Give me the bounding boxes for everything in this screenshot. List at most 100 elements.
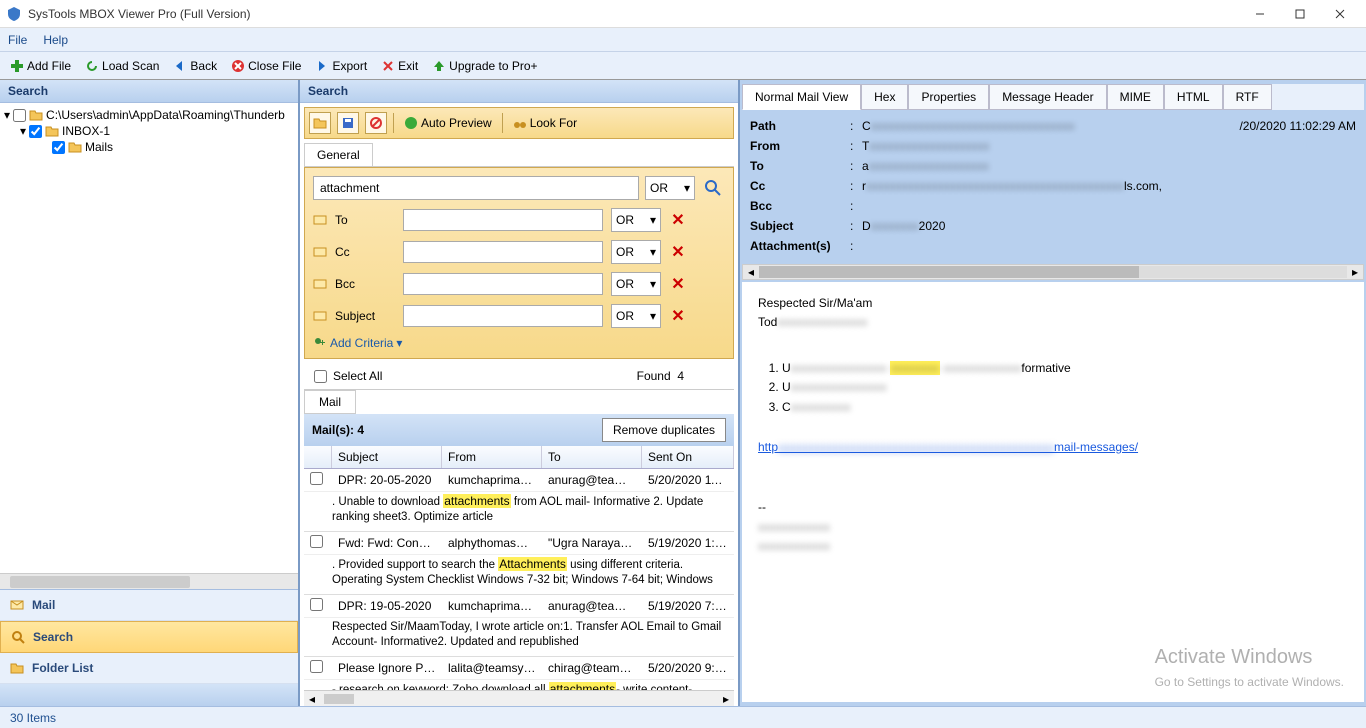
col-subject[interactable]: Subject [332, 446, 442, 468]
open-button[interactable] [309, 112, 331, 134]
scroll-thumb[interactable] [324, 694, 354, 704]
tree-inbox-checkbox[interactable] [29, 125, 42, 138]
result-row[interactable]: DPR: 19-05-2020 kumchapriman@... anurag@… [304, 595, 734, 618]
nav-mail[interactable]: Mail [0, 590, 298, 621]
view-tabs: Normal Mail View Hex Properties Message … [742, 84, 1364, 110]
mail-icon [10, 598, 24, 612]
scroll-right-icon[interactable]: ▸ [718, 692, 734, 706]
scroll-left-icon[interactable]: ◂ [743, 265, 759, 279]
upgrade-icon [432, 59, 446, 73]
look-for-button[interactable]: Look For [509, 114, 581, 132]
tree-inbox[interactable]: ▾ INBOX-1 [4, 123, 294, 139]
bcc-input[interactable] [403, 273, 603, 295]
toolbar: Add File Load Scan Back Close File Expor… [0, 52, 1366, 80]
subject-input[interactable] [403, 305, 603, 327]
greeting: Respected Sir/Ma'am [758, 294, 1348, 313]
result-snippet: . Unable to download attachments from AO… [304, 492, 734, 532]
results-hscroll[interactable]: ◂ ▸ [304, 690, 734, 706]
result-subject: DPR: 19-05-2020 [332, 596, 442, 616]
tab-normal-view[interactable]: Normal Mail View [742, 84, 861, 110]
scroll-left-icon[interactable]: ◂ [304, 692, 320, 706]
tree-hscroll[interactable] [0, 573, 298, 589]
tree-mails[interactable]: Mails [4, 139, 294, 155]
mail-headers: Path:Cxxxxxxxxxxxxxxxxxxxxxxxxxxxxxxxxxx… [742, 110, 1364, 262]
collapse-icon[interactable]: ▾ [20, 124, 26, 138]
person-plus-icon [313, 336, 327, 350]
remove-bcc-button[interactable]: ✕ [669, 274, 687, 294]
folder-tree[interactable]: ▾ C:\Users\admin\AppData\Roaming\Thunder… [0, 103, 298, 573]
mail-icon [313, 277, 327, 291]
nav-folder-list[interactable]: Folder List [0, 653, 298, 684]
tab-html[interactable]: HTML [1164, 84, 1223, 110]
maximize-button[interactable] [1280, 2, 1320, 26]
remove-duplicates-button[interactable]: Remove duplicates [602, 418, 726, 442]
close-file-button[interactable]: Close File [227, 57, 305, 75]
tree-root-checkbox[interactable] [13, 109, 26, 122]
result-checkbox[interactable] [310, 472, 323, 485]
body-link[interactable]: httpxxxxxxxxxxxxxxxxxxxxxxxxxxxxxxxxxxxx… [758, 438, 1348, 457]
menu-help[interactable]: Help [43, 33, 68, 47]
back-button[interactable]: Back [169, 57, 221, 75]
collapse-icon[interactable]: ▾ [4, 108, 10, 122]
add-file-button[interactable]: Add File [6, 57, 75, 75]
results-list[interactable]: DPR: 20-05-2020 kumchapriman@... anurag@… [304, 469, 734, 690]
remove-to-button[interactable]: ✕ [669, 210, 687, 230]
export-icon [315, 59, 329, 73]
search-toolbar: Auto Preview Look For [304, 107, 734, 139]
keyword-input[interactable] [313, 176, 639, 200]
export-button[interactable]: Export [311, 57, 371, 75]
operator-select[interactable]: OR▾ [645, 176, 695, 200]
plus-icon [10, 59, 24, 73]
remove-subject-button[interactable]: ✕ [669, 306, 687, 326]
remove-cc-button[interactable]: ✕ [669, 242, 687, 262]
col-sent[interactable]: Sent On [642, 446, 734, 468]
result-checkbox[interactable] [310, 535, 323, 548]
mid-header: Search [300, 80, 738, 103]
save-button[interactable] [337, 112, 359, 134]
cc-input[interactable] [403, 241, 603, 263]
tab-message-header[interactable]: Message Header [989, 84, 1106, 110]
auto-preview-toggle[interactable]: Auto Preview [400, 114, 496, 132]
result-row[interactable]: Please Ignore Pr... lalita@teamsysto... … [304, 657, 734, 680]
body-hscroll[interactable]: ◂ ▸ [742, 264, 1364, 280]
menu-file[interactable]: File [8, 33, 27, 47]
result-checkbox[interactable] [310, 598, 323, 611]
select-all-checkbox[interactable] [314, 370, 327, 383]
tab-mime[interactable]: MIME [1107, 84, 1164, 110]
right-panel: Normal Mail View Hex Properties Message … [740, 80, 1366, 706]
mail-body[interactable]: Respected Sir/Ma'am Todxxxxxxxxxxxxxxx U… [742, 282, 1364, 702]
close-button[interactable] [1320, 2, 1360, 26]
folder-icon [68, 140, 82, 154]
scroll-right-icon[interactable]: ▸ [1347, 265, 1363, 279]
tab-properties[interactable]: Properties [908, 84, 989, 110]
tab-general[interactable]: General [304, 143, 373, 166]
load-scan-button[interactable]: Load Scan [81, 57, 163, 75]
to-input[interactable] [403, 209, 603, 231]
nav-search[interactable]: Search [0, 621, 298, 653]
subject-op-select[interactable]: OR▾ [611, 304, 661, 328]
minimize-button[interactable] [1240, 2, 1280, 26]
result-snippet: . Provided support to search the Attachm… [304, 555, 734, 595]
tree-mails-checkbox[interactable] [52, 141, 65, 154]
result-row[interactable]: Fwd: Fwd: Congr... alphythomas@te... "Ug… [304, 532, 734, 555]
tab-hex[interactable]: Hex [861, 84, 908, 110]
result-checkbox[interactable] [310, 660, 323, 673]
search-button[interactable] [701, 176, 725, 200]
col-to[interactable]: To [542, 446, 642, 468]
bcc-op-select[interactable]: OR▾ [611, 272, 661, 296]
criteria-subject: Subject OR▾ ✕ [313, 304, 725, 328]
result-row[interactable]: DPR: 20-05-2020 kumchapriman@... anurag@… [304, 469, 734, 492]
clear-button[interactable] [365, 112, 387, 134]
chevron-down-icon: ▾ [650, 309, 656, 323]
cc-op-select[interactable]: OR▾ [611, 240, 661, 264]
tree-root[interactable]: ▾ C:\Users\admin\AppData\Roaming\Thunder… [4, 107, 294, 123]
upgrade-button[interactable]: Upgrade to Pro+ [428, 57, 541, 75]
tab-rtf[interactable]: RTF [1223, 84, 1272, 110]
body-item-1: Uxxxxxxxxxxxxxxxx xxxxxxxx xxxxxxxxxxxxx… [782, 359, 1348, 378]
to-op-select[interactable]: OR▾ [611, 208, 661, 232]
mail-tab[interactable]: Mail [304, 390, 356, 414]
add-criteria-button[interactable]: Add Criteria ▾ [313, 336, 725, 350]
exit-button[interactable]: Exit [377, 57, 422, 75]
col-from[interactable]: From [442, 446, 542, 468]
col-checkbox[interactable] [304, 446, 332, 468]
